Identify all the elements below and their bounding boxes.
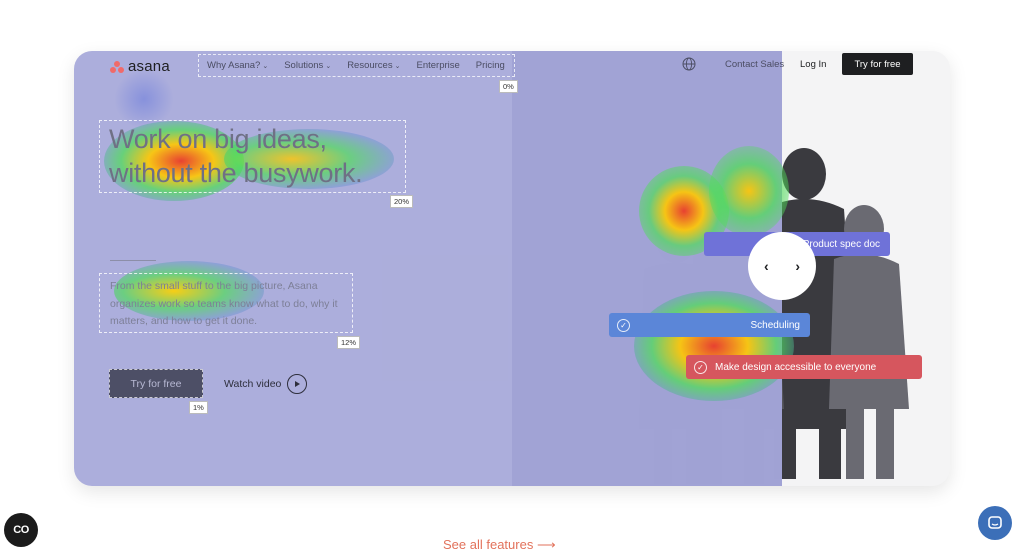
nav-item-label: Resources (347, 60, 393, 71)
nav-item-pricing[interactable]: Pricing (468, 60, 513, 71)
asana-logo-icon (110, 60, 124, 73)
check-circle-icon: ✓ (617, 318, 630, 332)
task-card-scheduling[interactable]: ✓ Scheduling (609, 313, 810, 337)
carousel-control: ‹ › (748, 232, 816, 300)
heatmap-overlay-mid (512, 51, 782, 486)
nav-item-label: Why Asana? (207, 60, 261, 71)
headline-line-1: Work on big ideas, (109, 124, 327, 154)
hero-subtext: From the small stuff to the big picture,… (110, 280, 338, 327)
feedback-widget-icon[interactable]: CO (4, 513, 38, 547)
chevron-down-icon: ⌄ (394, 63, 401, 70)
chat-icon[interactable] (978, 506, 1012, 540)
try-for-free-nav-button[interactable]: Try for free (842, 53, 913, 75)
see-all-features-link[interactable]: See all features ⟶ (443, 537, 556, 550)
play-icon (287, 374, 308, 394)
headline-click-percentage: 20% (390, 195, 414, 208)
task-label: Make design accessible to everyone (715, 361, 877, 373)
nav-item-enterprise[interactable]: Enterprise (408, 60, 467, 71)
chevron-left-icon[interactable]: ‹ (764, 258, 769, 274)
nav-item-label: Solutions (284, 60, 324, 71)
watch-video-label: Watch video (224, 378, 282, 390)
divider (110, 260, 156, 261)
chevron-right-icon[interactable]: › (795, 258, 800, 274)
check-circle-icon: ✓ (694, 360, 707, 374)
nav-item-solutions[interactable]: Solutions ⌄ (276, 60, 339, 71)
logo-text: asana (128, 58, 170, 75)
page: asana Why Asana? ⌄ Solutions ⌄ Resources ⌄ … (0, 0, 1024, 550)
headline-line-2: without the busywork. (109, 158, 363, 188)
hero-card: asana Why Asana? ⌄ Solutions ⌄ Resources ⌄ … (74, 51, 950, 486)
nav-item-why-asana[interactable]: Why Asana? ⌄ (199, 60, 276, 71)
task-label: Scheduling (750, 319, 800, 331)
try-for-free-hero-button[interactable]: Try for free (109, 369, 203, 398)
chevron-down-icon: ⌄ (325, 63, 332, 70)
asana-logo[interactable]: asana (110, 58, 170, 75)
nav-click-percentage: 0% (499, 80, 518, 93)
task-label: Product spec doc (802, 238, 880, 250)
contact-sales-link[interactable]: Contact Sales (725, 59, 784, 70)
watch-video-button[interactable]: Watch video (224, 374, 308, 394)
task-card-design-accessible[interactable]: ✓ Make design accessible to everyone (686, 355, 922, 379)
subtext-click-percentage: 12% (337, 336, 361, 349)
chevron-down-icon: ⌄ (262, 63, 269, 70)
main-nav: Why Asana? ⌄ Solutions ⌄ Resources ⌄ Enterp… (198, 54, 515, 77)
log-in-link[interactable]: Log In (800, 59, 826, 70)
nav-item-resources[interactable]: Resources ⌄ (339, 60, 408, 71)
globe-icon[interactable] (682, 57, 696, 71)
hero-headline: Work on big ideas, without the busywork. (109, 122, 363, 190)
cta-click-percentage: 1% (189, 401, 208, 414)
